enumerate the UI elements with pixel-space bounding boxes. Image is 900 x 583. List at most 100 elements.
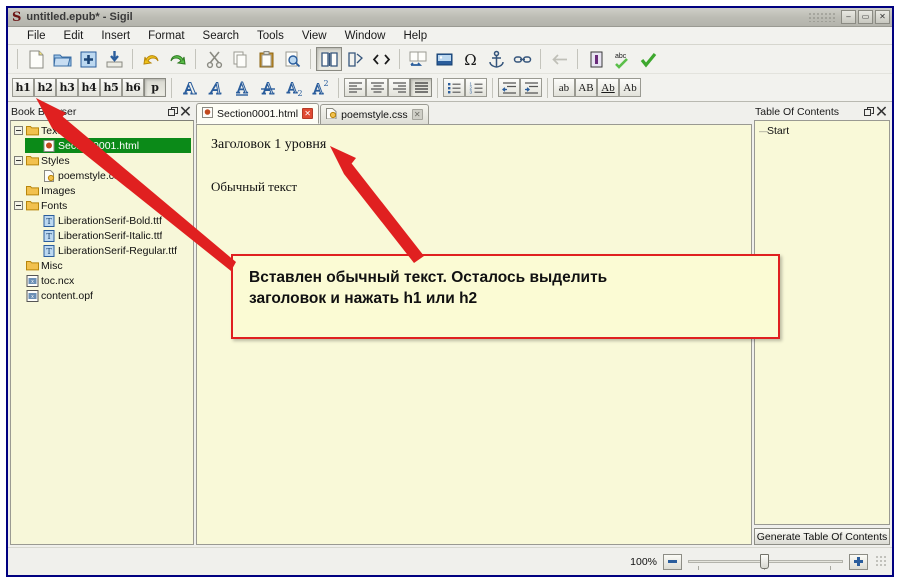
heading-h5-button[interactable]: h5 [100, 78, 122, 97]
toc-entry-start[interactable]: — Start [755, 123, 889, 138]
tab-close-icon[interactable]: ✕ [302, 108, 314, 119]
add-file-icon[interactable] [75, 47, 101, 71]
heading-h2-button[interactable]: h2 [34, 78, 56, 97]
paragraph-button[interactable]: p [144, 78, 166, 97]
uppercase-button[interactable]: AB [575, 78, 597, 97]
minimize-button[interactable]: – [841, 10, 856, 24]
toolbar-separator [132, 49, 133, 69]
back-arrow-icon[interactable] [546, 47, 572, 71]
subscript-icon[interactable]: A2 [281, 76, 307, 100]
increase-indent-icon[interactable] [520, 78, 542, 97]
code-view-icon[interactable] [368, 47, 394, 71]
undo-icon[interactable] [138, 47, 164, 71]
menu-file[interactable]: File [18, 29, 55, 43]
save-icon[interactable] [101, 47, 127, 71]
tree-item-font-bold[interactable]: T LiberationSerif-Bold.ttf [11, 213, 193, 228]
spellcheck-icon[interactable]: abc [609, 47, 635, 71]
maximize-button[interactable]: ▭ [858, 10, 873, 24]
window-title: untitled.epub* - Sigil [26, 11, 133, 23]
zoom-in-button[interactable] [849, 553, 868, 570]
heading-h6-button[interactable]: h6 [122, 78, 144, 97]
cut-icon[interactable] [201, 47, 227, 71]
heading-h3-button[interactable]: h3 [56, 78, 78, 97]
paste-icon[interactable] [253, 47, 279, 71]
heading-h1-button[interactable]: h1 [12, 78, 34, 97]
menu-tools[interactable]: Tools [248, 29, 293, 43]
tree-item-content-opf[interactable]: x content.opf [11, 288, 193, 303]
menu-insert[interactable]: Insert [92, 29, 139, 43]
menu-window[interactable]: Window [336, 29, 395, 43]
tree-item-images[interactable]: Images [11, 183, 193, 198]
find-replace-icon[interactable] [279, 47, 305, 71]
toolbar-separator [437, 77, 438, 98]
zoom-slider-thumb[interactable] [760, 553, 769, 569]
redo-icon[interactable] [164, 47, 190, 71]
align-right-icon[interactable] [388, 78, 410, 97]
menu-view[interactable]: View [293, 29, 336, 43]
close-button[interactable]: ✕ [875, 10, 890, 24]
lowercase-button[interactable]: ab [553, 78, 575, 97]
open-file-icon[interactable] [49, 47, 75, 71]
superscript-icon[interactable]: A2 [307, 76, 333, 100]
bullet-list-icon[interactable] [443, 78, 465, 97]
decrease-indent-icon[interactable] [498, 78, 520, 97]
zoom-slider[interactable] [688, 553, 843, 571]
underline-icon[interactable]: A [229, 76, 255, 100]
align-center-icon[interactable] [366, 78, 388, 97]
book-browser-tree[interactable]: Text Section0001.html Styles poemstyle.c… [10, 120, 194, 545]
tree-item-text[interactable]: Text [11, 123, 193, 138]
copy-icon[interactable] [227, 47, 253, 71]
menu-help[interactable]: Help [394, 29, 436, 43]
toc-entry-label: Start [767, 124, 790, 137]
tree-item-font-regular[interactable]: T LiberationSerif-Regular.ttf [11, 243, 193, 258]
tree-item-fonts[interactable]: Fonts [11, 198, 193, 213]
document-paragraph[interactable]: Обычный текст [211, 179, 737, 195]
titlecase-button[interactable]: Ab [597, 78, 619, 97]
float-panel-icon[interactable] [862, 106, 875, 119]
validate-icon[interactable] [635, 47, 661, 71]
heading-h4-button[interactable]: h4 [78, 78, 100, 97]
expander-icon[interactable] [14, 156, 23, 165]
menu-format[interactable]: Format [139, 29, 193, 43]
tree-item-label: poemstyle.css [58, 169, 125, 182]
insert-link-icon[interactable] [509, 47, 535, 71]
svg-text:T: T [46, 247, 52, 256]
tree-item-section0001[interactable]: Section0001.html [25, 138, 191, 153]
insert-special-char-icon[interactable]: Ω [457, 47, 483, 71]
tree-item-font-italic[interactable]: T LiberationSerif-Italic.ttf [11, 228, 193, 243]
expander-icon[interactable] [14, 201, 23, 210]
tree-item-label: LiberationSerif-Regular.ttf [58, 244, 178, 257]
tab-close-icon[interactable]: ✕ [411, 109, 423, 120]
tree-item-styles[interactable]: Styles [11, 153, 193, 168]
float-panel-icon[interactable] [166, 106, 179, 119]
window-resize-grip[interactable] [876, 555, 888, 568]
bold-icon[interactable]: A [177, 76, 203, 100]
split-chapter-icon[interactable] [405, 47, 431, 71]
zoom-out-button[interactable] [663, 553, 682, 570]
italic-icon[interactable]: A [203, 76, 229, 100]
tab-poemstyle-css[interactable]: poemstyle.css ✕ [320, 104, 429, 124]
align-left-icon[interactable] [344, 78, 366, 97]
close-panel-icon[interactable]: ✕ [179, 104, 192, 121]
document-heading[interactable]: Заголовок 1 уровня [211, 137, 737, 153]
tree-item-toc-ncx[interactable]: x toc.ncx [11, 273, 193, 288]
numbered-list-icon[interactable]: 123 [465, 78, 487, 97]
new-file-icon[interactable] [23, 47, 49, 71]
split-view-icon[interactable] [342, 47, 368, 71]
font-file-icon: T [43, 244, 58, 257]
insert-anchor-icon[interactable] [483, 47, 509, 71]
generate-toc-button[interactable]: Generate Table Of Contents [754, 528, 890, 545]
capitalize-button[interactable]: Ab [619, 78, 641, 97]
book-view-icon[interactable] [316, 47, 342, 71]
strikethrough-icon[interactable]: A [255, 76, 281, 100]
align-justify-icon[interactable] [410, 78, 432, 97]
close-panel-icon[interactable]: ✕ [875, 104, 888, 121]
metadata-editor-icon[interactable] [583, 47, 609, 71]
tree-item-misc[interactable]: Misc [11, 258, 193, 273]
tab-section0001-html[interactable]: Section0001.html ✕ [196, 103, 320, 124]
menu-edit[interactable]: Edit [55, 29, 93, 43]
menu-search[interactable]: Search [194, 29, 248, 43]
tree-item-poemstyle-css[interactable]: poemstyle.css [11, 168, 193, 183]
insert-image-icon[interactable] [431, 47, 457, 71]
expander-icon[interactable] [14, 126, 23, 135]
